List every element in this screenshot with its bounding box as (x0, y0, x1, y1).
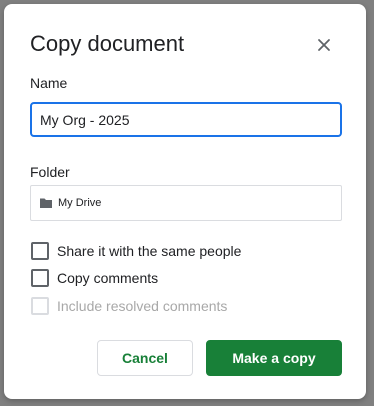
share-same-people-checkbox[interactable] (31, 242, 49, 260)
copy-comments-label: Copy comments (57, 270, 159, 286)
folder-name: My Drive (58, 197, 102, 209)
folder-label: Folder (30, 164, 70, 180)
include-resolved-comments-option: Include resolved comments (31, 297, 227, 315)
copy-comments-option[interactable]: Copy comments (31, 269, 158, 287)
make-a-copy-button[interactable]: Make a copy (206, 340, 342, 376)
name-label: Name (30, 75, 68, 91)
dialog-title: Copy document (30, 31, 185, 56)
name-input[interactable] (30, 102, 342, 137)
close-icon (318, 39, 330, 51)
copy-document-dialog: Copy document Name Folder My Drive Share… (4, 4, 366, 399)
folder-icon (39, 197, 53, 209)
cancel-button[interactable]: Cancel (97, 340, 193, 376)
share-same-people-option[interactable]: Share it with the same people (31, 242, 241, 260)
share-same-people-label: Share it with the same people (57, 243, 242, 259)
copy-comments-checkbox[interactable] (31, 269, 49, 287)
include-resolved-comments-label: Include resolved comments (57, 298, 228, 314)
include-resolved-comments-checkbox (31, 297, 49, 315)
folder-picker[interactable]: My Drive (30, 185, 342, 221)
close-button[interactable] (310, 31, 338, 59)
